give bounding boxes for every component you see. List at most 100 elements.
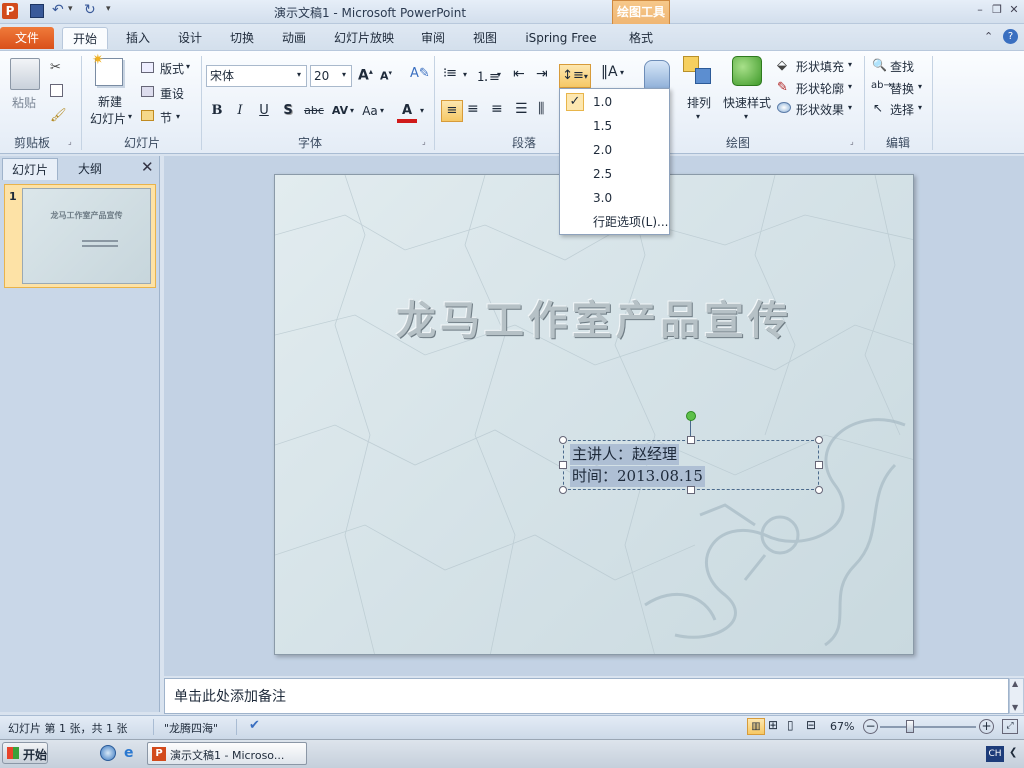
ime-indicator[interactable]: CH: [986, 746, 1004, 762]
line-spacing-button[interactable]: ↕≡▾: [559, 64, 591, 88]
decrease-indent-icon[interactable]: ⇤: [513, 66, 525, 82]
tab-slideshow[interactable]: 幻灯片放映: [328, 27, 400, 49]
tab-format[interactable]: 格式: [616, 27, 666, 49]
replace-button[interactable]: 替换: [890, 80, 914, 97]
fit-to-window-icon[interactable]: ⤢: [1002, 719, 1018, 734]
bold-button[interactable]: B: [207, 101, 227, 121]
tab-view[interactable]: 视图: [465, 27, 505, 49]
redo-icon[interactable]: ↻: [84, 2, 96, 18]
slide[interactable]: [274, 174, 914, 655]
new-slide-label-2[interactable]: 幻灯片: [90, 110, 126, 127]
character-spacing-dropdown-icon[interactable]: ▾: [350, 106, 354, 115]
layout-button[interactable]: 版式: [160, 60, 184, 77]
grow-font-icon[interactable]: A▴: [358, 67, 373, 84]
slide-title[interactable]: 龙马工作室产品宣传: [274, 288, 914, 346]
notes-pane[interactable]: [164, 678, 1009, 714]
resize-handle-e[interactable]: [815, 461, 823, 469]
increase-indent-icon[interactable]: ⇥: [536, 66, 548, 82]
subtitle-line-2[interactable]: 时间：2013.08.15: [570, 466, 705, 487]
quick-styles-dropdown-icon[interactable]: ▾: [744, 112, 748, 121]
paste-label[interactable]: 粘贴: [12, 94, 36, 111]
change-case-dropdown-icon[interactable]: ▾: [380, 106, 384, 115]
reset-icon[interactable]: [141, 86, 154, 97]
text-shadow-button[interactable]: S: [278, 101, 298, 121]
shape-outline-button[interactable]: 形状轮廓: [796, 80, 844, 97]
shape-fill-dropdown-icon[interactable]: ▾: [848, 60, 852, 69]
close-pane-icon[interactable]: ✕: [141, 158, 154, 176]
underline-button[interactable]: U: [254, 101, 274, 121]
section-button[interactable]: 节: [160, 109, 172, 126]
select-button[interactable]: 选择: [890, 101, 914, 118]
section-dropdown-icon[interactable]: ▾: [176, 112, 180, 121]
line-spacing-option[interactable]: 3.0: [560, 186, 669, 210]
replace-icon[interactable]: ab→: [871, 80, 892, 91]
font-color-dropdown-icon[interactable]: ▾: [420, 106, 424, 115]
font-color-button[interactable]: A: [397, 101, 417, 123]
tab-review[interactable]: 审阅: [413, 27, 453, 49]
taskbar-window-button[interactable]: P 演示文稿1 - Microso...: [147, 742, 307, 765]
shape-fill-button[interactable]: 形状填充: [796, 58, 844, 75]
start-button[interactable]: 开始: [2, 742, 48, 764]
resize-handle-n[interactable]: [687, 436, 695, 444]
font-family-dropdown-icon[interactable]: ▾: [297, 70, 301, 79]
zoom-in-icon[interactable]: +: [979, 719, 994, 734]
new-slide-label-1[interactable]: 新建: [98, 93, 122, 110]
resize-handle-sw[interactable]: [559, 486, 567, 494]
save-icon[interactable]: [30, 4, 44, 18]
arrange-button[interactable]: 排列: [687, 94, 711, 111]
select-icon[interactable]: ↖: [873, 101, 883, 115]
tab-outline-pane[interactable]: 大纲: [62, 158, 118, 180]
shape-outline-icon[interactable]: ✎: [777, 80, 788, 95]
slide-thumbnail[interactable]: [22, 188, 151, 284]
quick-styles-icon[interactable]: [732, 56, 762, 86]
replace-dropdown-icon[interactable]: ▾: [918, 82, 922, 91]
resize-handle-s[interactable]: [687, 486, 695, 494]
tab-slides-pane[interactable]: 幻灯片: [2, 158, 58, 180]
shape-fill-icon[interactable]: ⬙: [777, 58, 787, 73]
select-dropdown-icon[interactable]: ▾: [918, 103, 922, 112]
character-spacing-button[interactable]: AV: [328, 101, 352, 121]
drawing-launcher-icon[interactable]: ⌟: [850, 137, 854, 146]
shapes-gallery-icon[interactable]: [644, 60, 670, 90]
line-spacing-option[interactable]: 1.0: [560, 90, 669, 114]
rotate-handle[interactable]: [686, 411, 696, 421]
find-icon[interactable]: 🔍: [872, 58, 887, 72]
align-left-button[interactable]: ≡: [441, 100, 463, 122]
tab-animations[interactable]: 动画: [274, 27, 314, 49]
line-spacing-options-item[interactable]: 行距选项(L)...: [560, 210, 669, 234]
clear-formatting-icon[interactable]: A✎: [410, 66, 430, 81]
tab-file[interactable]: 文件: [0, 27, 54, 49]
quicklaunch-ie-icon[interactable]: e: [124, 745, 134, 761]
zoom-out-icon[interactable]: −: [863, 719, 878, 734]
arrange-dropdown-icon[interactable]: ▾: [696, 112, 700, 121]
tray-expand-icon[interactable]: ❮: [1009, 747, 1017, 758]
shape-outline-dropdown-icon[interactable]: ▾: [848, 82, 852, 91]
bullets-dropdown-icon[interactable]: ▾: [463, 70, 467, 79]
reset-button[interactable]: 重设: [160, 85, 184, 102]
font-launcher-icon[interactable]: ⌟: [422, 137, 426, 146]
slide-sorter-icon[interactable]: ⊞: [768, 718, 778, 732]
columns-icon[interactable]: ⫼: [538, 101, 544, 117]
shape-effects-dropdown-icon[interactable]: ▾: [848, 103, 852, 112]
new-slide-dropdown-icon[interactable]: ▾: [128, 112, 132, 121]
zoom-level[interactable]: 67%: [830, 720, 854, 733]
theme-status[interactable]: "龙腾四海": [164, 720, 218, 736]
section-icon[interactable]: [141, 110, 154, 121]
notes-placeholder[interactable]: 单击此处添加备注: [174, 686, 286, 706]
strikethrough-button[interactable]: abc: [300, 101, 328, 121]
layout-icon[interactable]: [141, 62, 154, 73]
change-case-button[interactable]: Aa: [358, 101, 382, 121]
format-painter-icon[interactable]: 🖌: [50, 108, 67, 123]
minimize-icon[interactable]: –: [972, 2, 988, 18]
shrink-font-icon[interactable]: A▾: [380, 69, 392, 83]
justify-icon[interactable]: ☰: [515, 101, 528, 117]
font-size-dropdown-icon[interactable]: ▾: [342, 70, 346, 79]
line-spacing-option[interactable]: 2.5: [560, 162, 669, 186]
tab-ispring[interactable]: iSpring Free: [518, 27, 604, 49]
resize-handle-w[interactable]: [559, 461, 567, 469]
resize-handle-ne[interactable]: [815, 436, 823, 444]
help-icon[interactable]: ?: [1003, 29, 1018, 44]
zoom-slider[interactable]: [880, 726, 976, 728]
reading-view-icon[interactable]: ▯: [787, 718, 794, 732]
tab-home[interactable]: 开始: [62, 27, 108, 49]
